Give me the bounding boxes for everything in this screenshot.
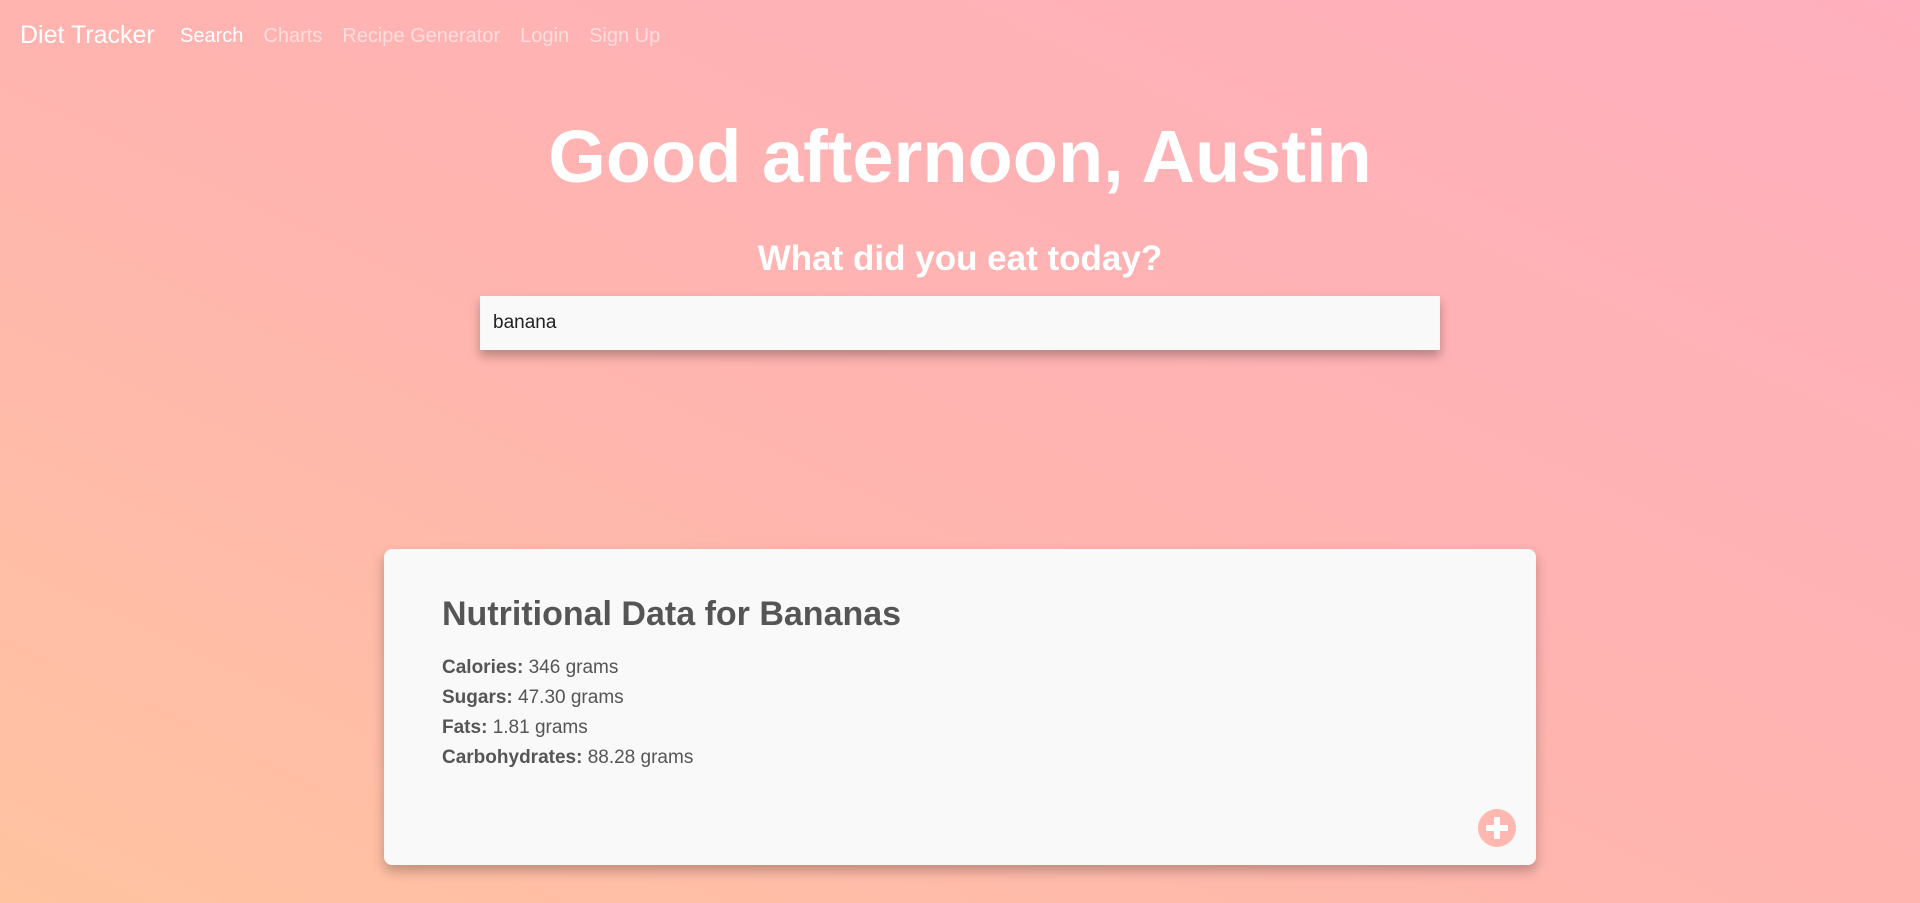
brand-logo[interactable]: Diet Tracker <box>20 20 155 50</box>
nutrient-label: Calories: <box>442 657 524 678</box>
nutrient-row-carbohydrates: Carbohydrates: 88.28 grams <box>442 743 1478 773</box>
nutrition-card: Nutritional Data for Bananas Calories: 3… <box>384 549 1536 865</box>
nutrient-label: Fats: <box>442 717 488 738</box>
nav-link-sign-up[interactable]: Sign Up <box>589 23 660 49</box>
nav-link-search[interactable]: Search <box>180 23 243 49</box>
greeting-heading: Good afternoon, Austin <box>548 115 1372 198</box>
nutrient-value: 47.30 grams <box>518 687 624 708</box>
nutrient-value: 346 grams <box>528 657 619 678</box>
food-prompt: What did you eat today? <box>757 239 1163 278</box>
navbar: Diet Tracker Search Charts Recipe Genera… <box>0 0 1920 72</box>
add-food-button[interactable] <box>1478 809 1516 847</box>
food-search-input[interactable] <box>480 296 1440 350</box>
nutrition-card-title: Nutritional Data for Bananas <box>442 595 902 633</box>
nutrient-row-calories: Calories: 346 grams <box>442 653 1478 683</box>
nav-link-login[interactable]: Login <box>520 23 569 49</box>
nav-links: Search Charts Recipe Generator Login Sig… <box>180 23 660 49</box>
nutrient-row-sugars: Sugars: 47.30 grams <box>442 683 1478 713</box>
nav-link-charts[interactable]: Charts <box>263 23 322 49</box>
nav-link-recipe-generator[interactable]: Recipe Generator <box>342 23 500 49</box>
nutrient-value: 88.28 grams <box>587 747 694 768</box>
nutrient-label: Sugars: <box>442 687 513 708</box>
nutrient-value: 1.81 grams <box>492 717 588 738</box>
nutrient-row-fats: Fats: 1.81 grams <box>442 713 1478 743</box>
nutrient-label: Carbohydrates: <box>442 747 583 768</box>
